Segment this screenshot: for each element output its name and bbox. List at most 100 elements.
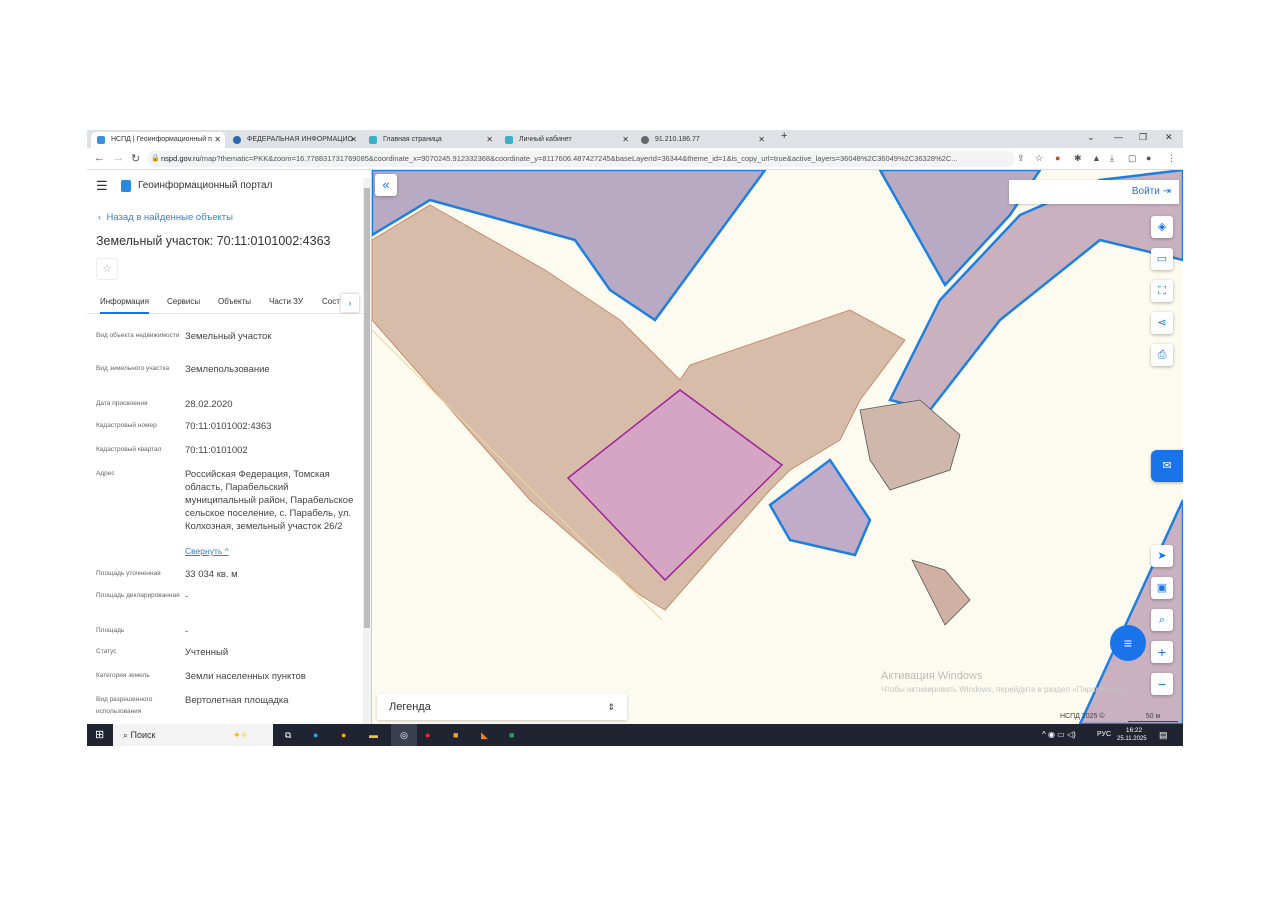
tab-fgis[interactable]: ФЕДЕРАЛЬНАЯ ИНФОРМАЦИО ✕ [227,132,361,148]
copyright-label: НСПД 2025 © [1060,713,1105,720]
portal-title: Геоинформационный портал [138,180,273,191]
field-label: Кадастровый квартал [96,446,162,453]
geolocation-button[interactable]: ➤ [1151,545,1173,567]
back-link[interactable]: ‹ Назад в найденные объекты [98,212,233,223]
zoom-in-button[interactable]: + [1151,641,1173,663]
url-path: /map?thematic=PKK&zoom=16.77883173176908… [199,154,958,163]
tab-title: ФЕДЕРАЛЬНАЯ ИНФОРМАЦИО [247,136,353,143]
field-value: Землепользование [185,364,270,375]
globe-icon [641,136,649,144]
profile-icon[interactable]: ● [1146,153,1151,163]
share-button[interactable]: ⋖ [1151,312,1173,334]
login-button[interactable]: Войти ⇥ [1009,180,1179,204]
field-value: Вертолетная площадка [185,695,289,706]
map-canvas[interactable]: « Войти ⇥ ◈ ▭ ⛶ ⋖ ⎙ ✉ ➤ ▣ ⌕ ≡ + − Легенд… [372,170,1183,724]
hamburger-menu-icon[interactable]: ☰ [96,178,108,194]
windows-start-icon[interactable]: ⊞ [95,724,104,746]
field-label: Кадастровый номер [96,422,157,429]
zoom-out-button[interactable]: − [1151,673,1173,695]
chrome-icon[interactable]: ● [341,724,346,746]
favicon-icon [233,136,241,144]
chat-button[interactable]: ≡ [1110,625,1146,661]
tab-parts[interactable]: Части ЗУ [269,297,303,306]
lab-icon[interactable]: ▲ [1092,153,1101,163]
menu-icon[interactable]: ⋮ [1167,153,1176,164]
forward-icon[interactable]: → [113,152,124,164]
maximize-button[interactable]: ❐ [1139,132,1147,143]
tabs-scroll-right-button[interactable]: › [341,294,359,312]
reload-icon[interactable]: ↻ [131,152,140,165]
search-label: Поиск [130,730,156,740]
status-value: Учтенный [185,647,229,658]
select-area-button[interactable]: ⛶ [1151,280,1173,302]
scrollbar-thumb[interactable] [364,188,370,628]
tab-services[interactable]: Сервисы [167,297,200,306]
tab-main-page[interactable]: Главная страница ✕ [363,132,497,148]
feedback-button[interactable]: ✉ [1151,450,1183,482]
download-icon[interactable]: ⤓ [1110,153,1114,164]
extension-icon[interactable]: ● [1055,153,1060,163]
new-tab-button[interactable]: + [781,130,787,142]
legend-dropdown[interactable]: Легенда ⇕ [377,694,627,720]
basemap-button[interactable]: ▣ [1151,577,1173,599]
edge-icon[interactable]: ● [313,724,318,746]
tab-information[interactable]: Информация [100,297,149,314]
tab-nspd[interactable]: НСПД | Геоинформационный п ✕ [91,132,225,148]
portal-logo-icon [121,180,131,192]
tab-ip[interactable]: 91.210.186.77 ✕ [635,132,769,148]
tab-title: НСПД | Геоинформационный п [111,136,212,143]
close-tab-icon[interactable]: ✕ [758,132,765,148]
taskbar: ⊞ ⌕ Поиск ✦✧ ⧉ ● ● ▬ ◎ ● ■ ◣ ■ ^ ◉ ▭ ◁) Р… [87,724,1183,746]
close-window-button[interactable]: ✕ [1165,132,1173,143]
print-button[interactable]: ⎙ [1151,344,1173,366]
field-value: - [185,591,189,602]
collapse-link[interactable]: Свернуть ^ [185,546,229,556]
windows-watermark-title: Активация Windows [881,670,983,682]
excel-icon[interactable]: ■ [509,724,514,746]
tab-cabinet[interactable]: Личный кабинет ✕ [499,132,633,148]
minimize-button[interactable]: — [1114,132,1123,142]
share-icon[interactable]: ⇪ [1017,153,1025,164]
language-indicator[interactable]: РУС [1097,724,1111,746]
close-tab-icon[interactable]: ✕ [350,132,357,148]
field-label: Площадь [96,627,125,634]
url-input[interactable]: 🔒 nspd.gov.ru/map?thematic=PKK&zoom=16.77… [147,151,1015,167]
field-label: Вид разрешенного использования [96,696,153,715]
back-icon[interactable]: ← [94,152,105,164]
tab-search-icon[interactable]: ⌄ [1087,132,1095,143]
puzzle-icon[interactable]: ✱ [1074,153,1082,164]
notifications-icon[interactable]: ▤ [1159,724,1168,746]
tab-composition[interactable]: Сост [322,297,340,306]
tab-objects[interactable]: Объекты [218,297,251,306]
app-icon[interactable]: ◎ [391,724,417,746]
field-label: Площадь уточненная [96,570,161,577]
tab-title: Главная страница [383,136,442,143]
close-tab-icon[interactable]: ✕ [486,132,493,148]
parcel-houses [859,399,961,491]
layers-button[interactable]: ◈ [1151,216,1173,238]
collapse-panel-button[interactable]: « [375,174,397,196]
close-tab-icon[interactable]: ✕ [622,132,629,148]
explorer-icon[interactable]: ▬ [369,724,378,746]
field-value: Земли населенных пунктов [185,671,306,682]
favorite-star-button[interactable]: ☆ [96,258,118,280]
clock-time: 16:22 [1125,727,1143,734]
field-value: 28.02.2020 [185,399,233,410]
task-view-icon[interactable]: ⧉ [285,724,291,746]
close-tab-icon[interactable]: ✕ [214,132,221,148]
tray-icons[interactable]: ^ ◉ ▭ ◁) [1042,724,1076,746]
field-label: Адрес [96,470,115,477]
sparkle-icon: ✦✧ [233,730,249,740]
collapse-label: Свернуть [185,546,223,556]
search-map-button[interactable]: ⌕ [1151,609,1173,631]
taskbar-search[interactable]: ⌕ Поиск ✦✧ [113,724,273,746]
panel-scrollbar[interactable] [363,178,371,724]
search-icon: ⌕ [123,730,131,740]
ruler-button[interactable]: ▭ [1151,248,1173,270]
app-orange-icon[interactable]: ■ [453,724,458,746]
bookmark-star-icon[interactable]: ☆ [1035,153,1043,164]
yandex-icon[interactable]: ● [425,724,430,746]
sidepanel-icon[interactable]: ▢ [1128,153,1137,164]
app-arrow-icon[interactable]: ◣ [481,724,488,746]
field-label: Вид земельного участка [96,365,170,372]
